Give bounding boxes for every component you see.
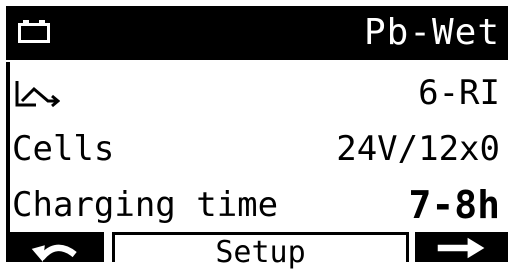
charge-curve-icon	[15, 81, 60, 108]
charging-time-label: Charging time	[12, 185, 279, 225]
battery-icon	[18, 20, 50, 43]
battery-chemistry: Pb-Wet	[363, 12, 500, 53]
cells-value: 24V/12x0	[336, 129, 500, 169]
setup-softkey[interactable]: Setup	[112, 232, 409, 269]
forward-arrow-icon	[437, 237, 485, 259]
row-charge-curve: 6-RI	[6, 66, 508, 120]
charge-curve-value: 6-RI	[418, 73, 500, 113]
softkey-bar: Setup	[0, 232, 513, 269]
header-bar: Pb-Wet	[6, 6, 508, 60]
cells-label: Cells	[12, 129, 115, 169]
charger-display: Pb-Wet 6-RI Cells 24V/12x0 Charging time…	[0, 0, 513, 269]
row-cells: Cells 24V/12x0	[6, 122, 508, 176]
back-softkey[interactable]	[6, 232, 104, 262]
row-charging-time: Charging time 7-8h	[6, 178, 508, 232]
setup-label: Setup	[215, 235, 306, 270]
charging-time-value: 7-8h	[408, 183, 500, 227]
back-arrow-icon	[31, 244, 77, 262]
forward-softkey[interactable]	[415, 232, 508, 262]
